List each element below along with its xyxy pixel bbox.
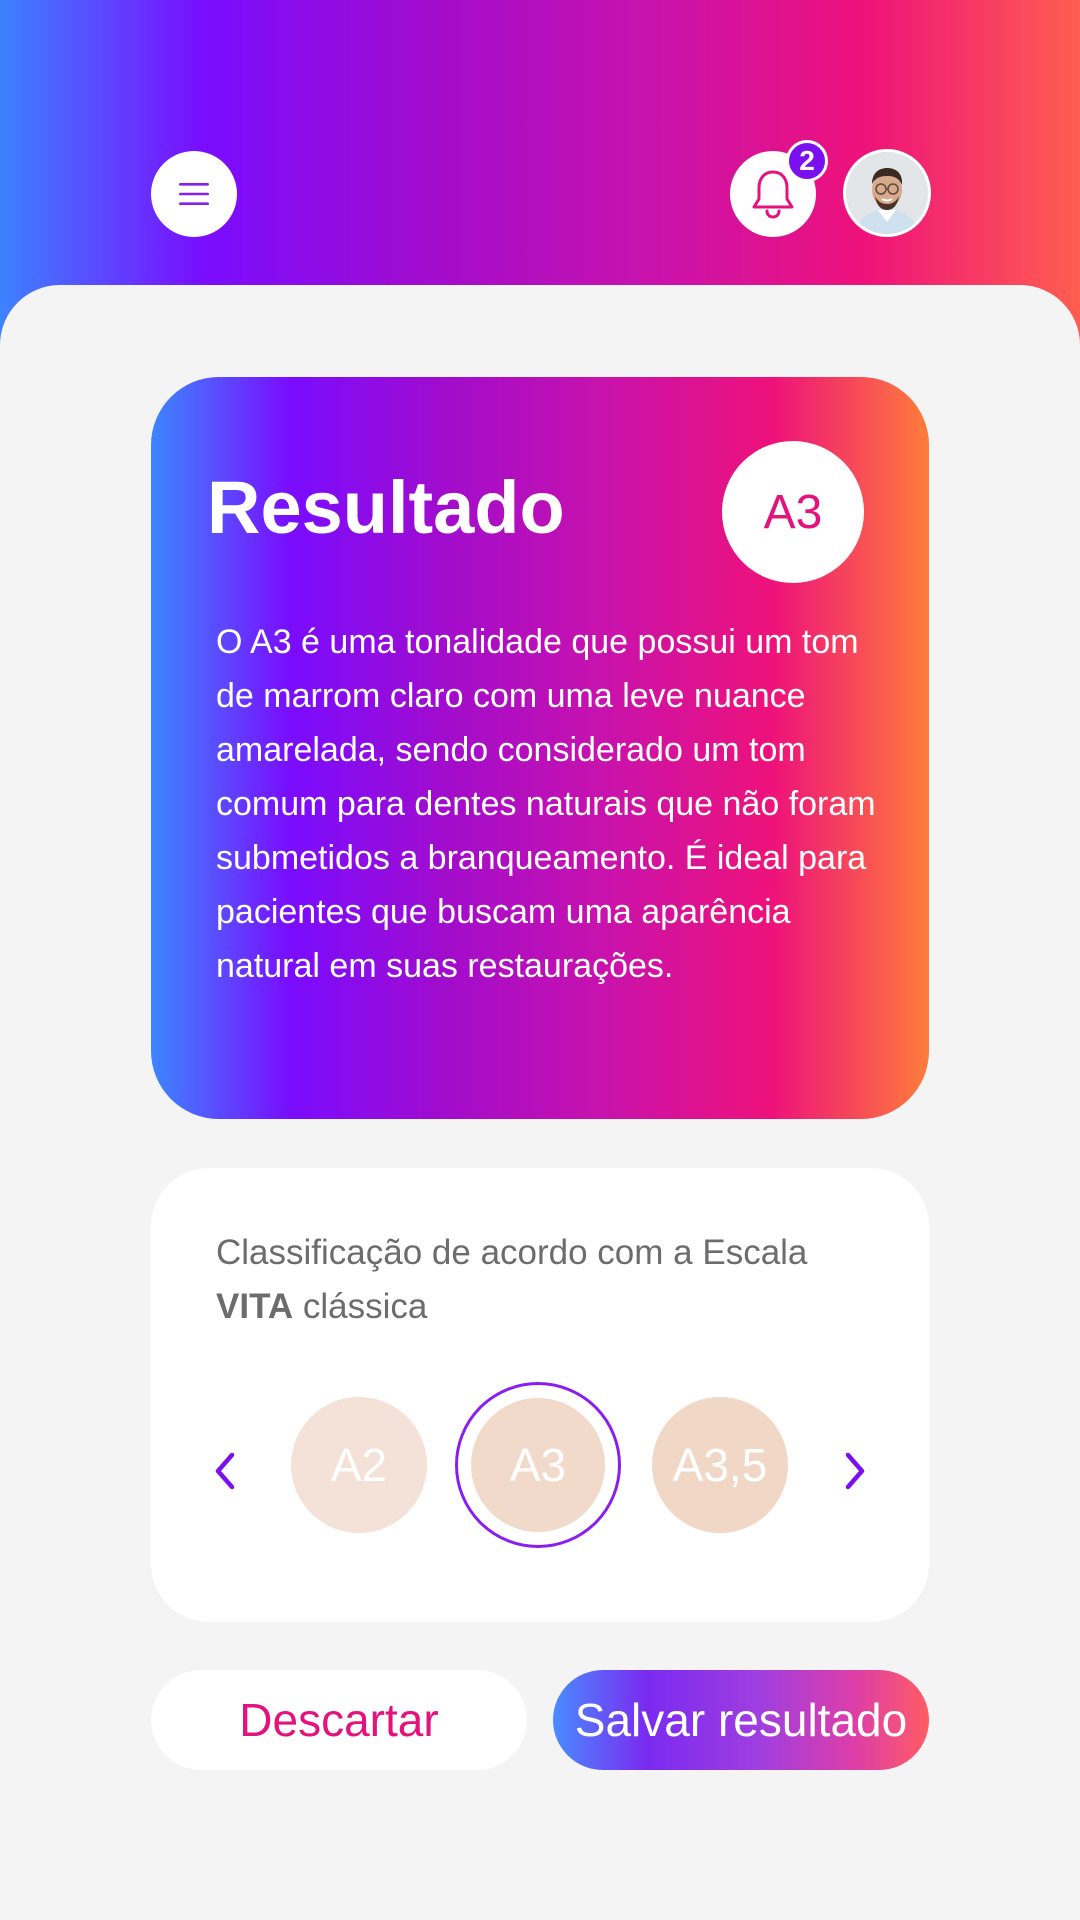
vita-scale-card: Classificação de acordo com a Escala VIT… — [151, 1168, 929, 1622]
scale-caption: Classificação de acordo com a Escala VIT… — [216, 1226, 836, 1334]
result-shade-badge: A3 — [722, 441, 864, 583]
user-avatar[interactable] — [843, 149, 931, 237]
previous-shade-button[interactable] — [195, 1436, 255, 1506]
notification-badge: 2 — [786, 140, 828, 182]
menu-button[interactable] — [151, 151, 237, 237]
avatar-photo — [846, 152, 928, 234]
discard-button[interactable]: Descartar — [151, 1670, 527, 1770]
scale-caption-brand: VITA — [216, 1287, 294, 1326]
scale-caption-suffix: clássica — [293, 1287, 428, 1326]
result-card: Resultado A3 O A3 é uma tonalidade que p… — [151, 377, 929, 1119]
result-title: Resultado — [207, 466, 565, 549]
hamburger-menu-icon — [179, 183, 209, 205]
shade-option-a3-5[interactable]: A3,5 — [652, 1397, 788, 1533]
chevron-right-icon — [845, 1452, 865, 1490]
chevron-left-icon — [215, 1452, 235, 1490]
result-description: O A3 é uma tonalidade que possui um tom … — [216, 623, 876, 985]
bell-icon — [752, 170, 794, 219]
next-shade-button[interactable] — [825, 1436, 885, 1506]
shade-option-a2[interactable]: A2 — [291, 1397, 427, 1533]
save-result-button[interactable]: Salvar resultado — [553, 1670, 929, 1770]
shade-option-a3-selected[interactable]: A3 — [471, 1398, 605, 1532]
scale-caption-text: Classificação de acordo com a Escala — [216, 1233, 808, 1272]
